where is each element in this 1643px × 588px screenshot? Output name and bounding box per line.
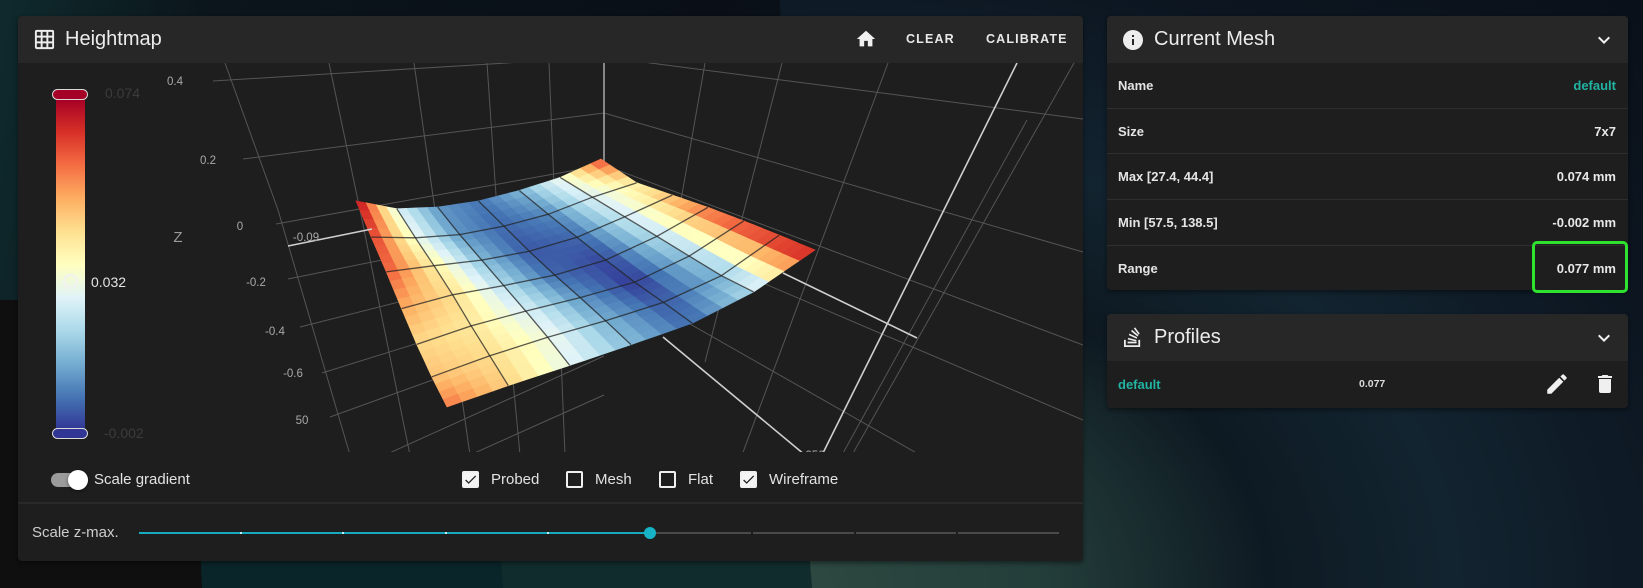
collapse-current-mesh-button[interactable]: [1592, 28, 1616, 52]
slider-fill: [139, 532, 651, 534]
scale-gradient-label: Scale gradient: [94, 471, 190, 488]
slider-tick: [240, 532, 243, 534]
checkbox-box[interactable]: [462, 471, 479, 488]
colorbar-gradient: [56, 99, 85, 430]
slider-tick: [546, 532, 549, 534]
horizontal-axis-tick-label: 50: [296, 415, 309, 427]
calibrate-button[interactable]: CALIBRATE: [986, 16, 1068, 63]
mesh-info-label: Range: [1118, 260, 1158, 276]
colorbar-max-handle[interactable]: [52, 89, 88, 100]
colorbar-min-label: -0.002: [104, 425, 144, 441]
slider-tick: [751, 532, 754, 534]
heightmap-panel: Heightmap CLEAR CALIBRATE 0.4 0.2 0 -0.2…: [18, 16, 1083, 561]
spike-value-label: -0.09: [293, 232, 319, 244]
slider-thumb[interactable]: [644, 527, 657, 539]
scale-gradient-toggle[interactable]: [51, 468, 91, 492]
range-highlight-box: [1532, 241, 1628, 293]
mesh-info-value: 7x7: [1594, 124, 1616, 139]
profiles-title: Profiles: [1154, 326, 1221, 348]
mesh-info-row: Min [57.5, 138.5] -0.002 mm: [1107, 199, 1628, 245]
current-mesh-title: Current Mesh: [1154, 28, 1276, 50]
colorbar-max-label: 0.074: [105, 85, 141, 101]
checkbox-label: Probed: [491, 471, 540, 488]
slider-tick: [342, 532, 345, 534]
profile-name-link[interactable]: default: [1118, 361, 1161, 408]
mesh-info-label: Name: [1118, 78, 1154, 93]
edit-profile-button[interactable]: [1544, 371, 1570, 397]
z-tick-label: -0.2: [246, 277, 266, 289]
toggle-knob: [68, 470, 88, 490]
z-tick-label: 0.4: [167, 76, 184, 88]
home-icon: [856, 30, 876, 47]
mesh-info-value: 0.074 mm: [1556, 169, 1616, 184]
checkbox-label: Flat: [688, 471, 714, 488]
current-mesh-header[interactable]: Current Mesh: [1107, 16, 1628, 63]
heightmap-header: Heightmap CLEAR CALIBRATE: [18, 16, 1083, 63]
scale-zmax-slider[interactable]: [139, 522, 1059, 544]
delete-profile-button[interactable]: [1593, 371, 1617, 397]
checkbox-box[interactable]: [740, 471, 757, 488]
checkbox-label: Wireframe: [769, 471, 839, 488]
chevron-down-icon: [1598, 36, 1610, 44]
colorbar-midpoint-label: 0.032: [91, 273, 127, 290]
z-tick-label: 0: [237, 221, 243, 233]
mesh-info-label: Max [27.4, 44.4]: [1118, 169, 1214, 184]
heightmap-3d-plot[interactable]: 0.4 0.2 0 -0.2 -0.4 -0.6 Z 50 250 -0.09: [18, 63, 1083, 452]
z-tick-label: -0.4: [265, 326, 285, 338]
profile-range-value: 0.077: [1359, 378, 1386, 390]
check-icon: [465, 475, 477, 484]
scale-zmax-label: Scale z-max.: [32, 524, 119, 541]
home-button[interactable]: [855, 28, 877, 50]
profiles-header[interactable]: Profiles: [1107, 314, 1628, 361]
colorbar-min-handle[interactable]: [52, 428, 88, 439]
collapse-profiles-button[interactable]: [1592, 326, 1616, 350]
panel-divider: [18, 502, 1083, 504]
heightmap-title: Heightmap: [65, 28, 162, 50]
check-icon: [743, 475, 755, 484]
mesh-info-row: Name default: [1107, 63, 1628, 109]
checkbox-box[interactable]: [659, 471, 676, 488]
slider-tick: [853, 532, 856, 534]
horizontal-axis-tick-label: 250: [805, 450, 824, 452]
clear-button[interactable]: CLEAR: [906, 16, 955, 63]
mesh-info-value: -0.002 mm: [1552, 215, 1616, 230]
profiles-panel: Profiles default 0.077: [1107, 314, 1628, 408]
stack-icon: [1124, 327, 1141, 347]
z-tick-label: 0.2: [200, 155, 216, 167]
z-tick-label: -0.6: [283, 368, 303, 380]
mesh-name-value[interactable]: default: [1573, 63, 1616, 108]
slider-tick: [955, 532, 958, 534]
pencil-icon: [1547, 374, 1567, 394]
chevron-down-icon: [1598, 334, 1610, 342]
trash-icon: [1598, 375, 1612, 393]
mesh-info-label: Size: [1118, 124, 1145, 139]
grid-icon: [34, 29, 55, 50]
checkbox-box[interactable]: [566, 471, 583, 488]
mesh-info-row: Size 7x7: [1107, 108, 1628, 154]
checkbox-label: Mesh: [595, 471, 632, 488]
mesh-info-row: Max [27.4, 44.4] 0.074 mm: [1107, 153, 1628, 199]
mesh-info-label: Min [57.5, 138.5]: [1118, 215, 1218, 230]
slider-tick: [444, 532, 447, 534]
z-axis-title: Z: [173, 229, 182, 246]
information-icon: [1123, 30, 1143, 50]
